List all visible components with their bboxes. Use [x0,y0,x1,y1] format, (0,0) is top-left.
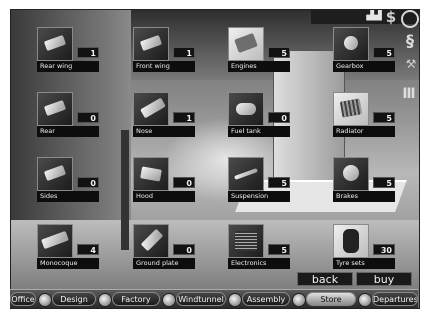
money-icon[interactable]: $ [383,10,399,25]
part-count: 0 [173,244,195,255]
brakes-icon [333,157,369,191]
nose-icon [133,92,169,126]
pillars-icon[interactable]: Ⅲ [399,82,419,106]
nav-design[interactable]: Design [52,292,96,306]
part-label: Gearbox [333,61,395,72]
tyre-icon [333,224,369,258]
store-scene: ▟▟ $ § ⚒ Ⅲ 1 Rear wing 1 Front wing 5 En… [10,9,420,309]
part-label: Hood [133,191,195,202]
part-label: Engines [228,61,290,72]
part-count: 5 [373,177,395,188]
nav-knob-icon [98,293,112,307]
hood-icon [133,157,169,191]
part-label: Electronics [228,258,290,269]
part-count: 1 [173,112,195,123]
part-label: Fuel tank [228,126,290,137]
buy-button[interactable]: buy [356,272,412,286]
electronics-icon [228,224,264,258]
nav-assembly[interactable]: Assembly [242,292,290,306]
part-count: 4 [77,244,99,255]
part-count: 30 [373,244,395,255]
part-count: 5 [268,177,290,188]
fuel-tank-icon [228,92,264,126]
engine-icon [228,27,264,61]
part-count: 5 [268,47,290,58]
nav-office[interactable]: Office [10,292,36,306]
nav-store[interactable]: Store [306,292,356,306]
part-count: 0 [77,177,99,188]
part-label: Nose [133,126,195,137]
nav-knob-icon [162,293,176,307]
front-wing-icon [133,27,169,61]
part-count: 0 [268,112,290,123]
part-count: 1 [77,47,99,58]
workshop-pipe [121,130,129,250]
radiator-icon [333,92,369,126]
part-count: 0 [77,112,99,123]
game-frame: ▟▟ $ § ⚒ Ⅲ 1 Rear wing 1 Front wing 5 En… [0,0,428,315]
nav-factory[interactable]: Factory [112,292,160,306]
nav-knob-icon [38,293,52,307]
nav-windtunnel[interactable]: Windtunnel [176,292,226,306]
part-label: Radiator [333,126,395,137]
section-icon[interactable]: § [403,32,417,50]
part-label: Suspension [228,191,290,202]
nav-knob-icon [228,293,242,307]
tool-icon[interactable]: ⚒ [405,56,417,72]
part-label: Sides [37,191,99,202]
ground-plate-icon [133,224,169,258]
part-count: 5 [373,112,395,123]
back-button[interactable]: back [297,272,353,286]
part-label: Rear [37,126,99,137]
nav-knob-icon [292,293,306,307]
part-label: Rear wing [37,61,99,72]
stairs-icon[interactable]: ▟▟ [363,10,385,22]
part-label: Front wing [133,61,195,72]
part-count: 5 [373,47,395,58]
rear-icon [37,92,73,126]
nav-departures[interactable]: Departures [372,292,418,306]
part-count: 5 [268,244,290,255]
part-count: 0 [173,177,195,188]
part-label: Ground plate [133,258,195,269]
part-label: Monocoque [37,258,99,269]
gearbox-icon [333,27,369,61]
suspension-icon [228,157,264,191]
disc-icon[interactable] [401,10,419,28]
rear-wing-icon [37,27,73,61]
monocoque-icon [37,224,73,258]
nav-knob-icon [358,293,372,307]
part-label: Tyre sets [333,258,395,269]
part-count: 1 [173,47,195,58]
part-label: Brakes [333,191,395,202]
sides-icon [37,157,73,191]
bottom-navigation: Office Design Factory Windtunnel Assembl… [10,289,418,308]
